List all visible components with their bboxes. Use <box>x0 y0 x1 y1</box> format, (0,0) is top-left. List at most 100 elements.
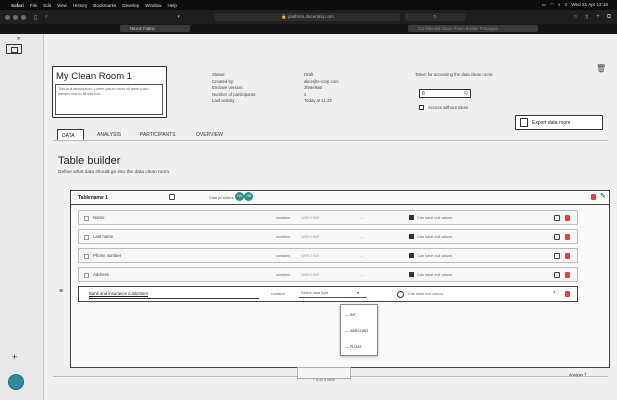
confirm-row-icon[interactable]: › <box>553 289 555 296</box>
tab-participants[interactable]: PARTICIPANTS <box>140 132 176 138</box>
dropdown-option-varchar[interactable]: — VARCHAR <box>345 329 368 333</box>
data-rooms-icon[interactable] <box>6 44 22 54</box>
nullable-checkbox[interactable] <box>409 215 414 220</box>
menu-item-bookmarks[interactable]: Bookmarks <box>93 3 116 8</box>
new-tab-icon[interactable]: + <box>596 14 600 21</box>
control-center-icon[interactable]: ≡ <box>565 2 568 8</box>
menubar-clock[interactable]: Wed 21 Apr 13:16 <box>571 2 608 8</box>
column-name[interactable]: Name <box>93 215 104 220</box>
delete-row-icon[interactable] <box>565 272 570 278</box>
table-name[interactable]: Tablename 1 <box>78 195 108 201</box>
data-type-value[interactable]: VARCHAR <box>301 235 319 239</box>
contains-label: contains <box>276 273 291 277</box>
dropdown-chevron-icon[interactable]: ⌄ <box>360 215 363 220</box>
nullable-checkbox[interactable] <box>409 234 414 239</box>
contains-label: contains <box>276 235 291 239</box>
data-type-value[interactable]: VARCHAR <box>301 216 319 220</box>
edit-row-icon[interactable] <box>554 215 560 221</box>
dropdown-option-float[interactable]: — FLOAT <box>345 345 362 349</box>
menu-item-view[interactable]: View <box>57 3 67 8</box>
menu-item-window[interactable]: Window <box>145 3 161 8</box>
menu-item-help[interactable]: Help <box>167 3 176 8</box>
option-label: INT <box>349 313 356 317</box>
avatar[interactable] <box>8 374 24 390</box>
menu-item-history[interactable]: History <box>73 3 87 8</box>
dropdown-option-int[interactable]: — INT <box>345 313 356 317</box>
delete-row-icon[interactable] <box>565 291 570 297</box>
row-select-checkbox[interactable] <box>84 254 89 259</box>
browser-tab-1[interactable]: Nexus Fabric <box>120 25 190 32</box>
minimize-window-button[interactable] <box>13 14 18 20</box>
room-description-field[interactable]: This is a description. Lorem ipsum dolor… <box>55 84 163 115</box>
browser-tab-2[interactable]: Confidential Clean Room Builder Prototyp… <box>408 25 538 32</box>
battery-icon[interactable]: ▭ <box>542 2 546 8</box>
edit-row-icon[interactable] <box>554 234 560 240</box>
tab-analysis[interactable]: ANALYSIS <box>97 132 121 138</box>
nullable-toggle[interactable] <box>397 291 404 298</box>
tab-overview-icon[interactable]: ⧉ <box>607 14 611 21</box>
tab-overview[interactable]: OVERVIEW <box>196 132 223 138</box>
back-icon[interactable]: ‹ <box>45 14 47 20</box>
pencil-icon[interactable]: ✎ <box>600 192 606 200</box>
dropdown-chevron-icon[interactable]: ⌄ <box>360 234 363 239</box>
edit-row-icon[interactable] <box>554 253 560 259</box>
column-name[interactable]: Last name <box>93 234 113 239</box>
trash-room-icon[interactable]: 🗑 <box>596 64 606 73</box>
collapse-sidebar-icon[interactable]: » <box>17 36 20 42</box>
data-type-value[interactable]: VARCHAR <box>301 273 319 277</box>
edit-table-name-icon[interactable] <box>169 194 175 200</box>
room-name[interactable]: My Clean Room 1 <box>56 71 132 82</box>
add-room-icon[interactable]: + <box>12 352 17 362</box>
nullable-label: Can have null values <box>417 273 453 277</box>
access-without-token-checkbox[interactable] <box>419 105 424 110</box>
copy-icon[interactable]: ◎ <box>464 90 468 96</box>
menu-item-safari[interactable]: Safari <box>11 3 24 8</box>
nullable-checkbox[interactable] <box>409 272 414 277</box>
address-bar-secondary[interactable]: ↻ <box>405 13 465 21</box>
dropdown-chevron-icon[interactable]: ⌄ <box>360 272 363 277</box>
dropdown-chevron-icon[interactable]: ⌄ <box>360 253 363 258</box>
menu-item-edit[interactable]: Edit <box>43 3 51 8</box>
row-select-checkbox[interactable] <box>84 235 89 240</box>
delete-row-icon[interactable] <box>565 253 570 259</box>
tab-data[interactable]: DATA <box>57 129 84 140</box>
column-name[interactable]: Phone number <box>93 253 121 258</box>
nullable-label: Can have null values <box>417 235 453 239</box>
data-type-select[interactable]: Select data type ▾ <box>299 290 367 298</box>
share-icon[interactable]: ⇧ <box>584 14 589 21</box>
reload-icon[interactable]: ↻ <box>433 14 437 19</box>
chevron-right-icon: › <box>584 371 587 378</box>
privacy-shield-icon[interactable]: ◐ <box>177 14 181 20</box>
drag-handle-icon[interactable]: ≡ <box>59 288 63 295</box>
add-table-button[interactable]: + Add a table <box>297 367 351 382</box>
wifi-icon[interactable]: ◠ <box>550 2 554 8</box>
address-bar[interactable]: 🔒 platform.decentriq.com <box>215 13 400 21</box>
zoom-window-button[interactable] <box>21 14 26 20</box>
analysis-label: Analysis <box>569 373 584 377</box>
sidebar-toggle-icon[interactable]: ▯ <box>34 14 37 21</box>
delete-row-icon[interactable] <box>565 215 570 221</box>
main-canvas: My Clean Room 1 This is a description. L… <box>44 34 617 400</box>
delete-table-icon[interactable] <box>591 194 596 200</box>
token-input[interactable]: 8 ◎ <box>419 89 471 98</box>
column-name[interactable]: Address <box>93 272 109 277</box>
new-column-name-input[interactable]: Bank and insurance customers <box>89 291 148 296</box>
status-values: Draft alice@e-corp.com 3fe8e9a6 2 Today … <box>304 72 339 105</box>
search-icon[interactable]: ⌕ <box>558 2 561 8</box>
contains-label: contains <box>271 292 286 296</box>
delete-row-icon[interactable] <box>565 234 570 240</box>
option-label: VARCHAR <box>349 329 369 333</box>
nullable-checkbox[interactable] <box>409 253 414 258</box>
row-select-checkbox[interactable] <box>84 273 89 278</box>
analysis-next-button[interactable]: Analysis › <box>569 371 587 378</box>
edit-row-icon[interactable] <box>554 272 560 278</box>
menu-item-file[interactable]: File <box>30 3 37 8</box>
provider-avatar[interactable]: GB <box>244 192 253 201</box>
export-data-room-button[interactable]: Export data room <box>515 115 603 130</box>
row-select-checkbox[interactable] <box>84 216 89 221</box>
menu-item-develop[interactable]: Develop <box>122 3 139 8</box>
data-type-value[interactable]: VARCHAR <box>301 254 319 258</box>
close-window-button[interactable] <box>5 14 10 20</box>
extensions-icon[interactable]: ○ <box>574 14 578 21</box>
provider-avatar[interactable]: GA <box>235 192 244 201</box>
